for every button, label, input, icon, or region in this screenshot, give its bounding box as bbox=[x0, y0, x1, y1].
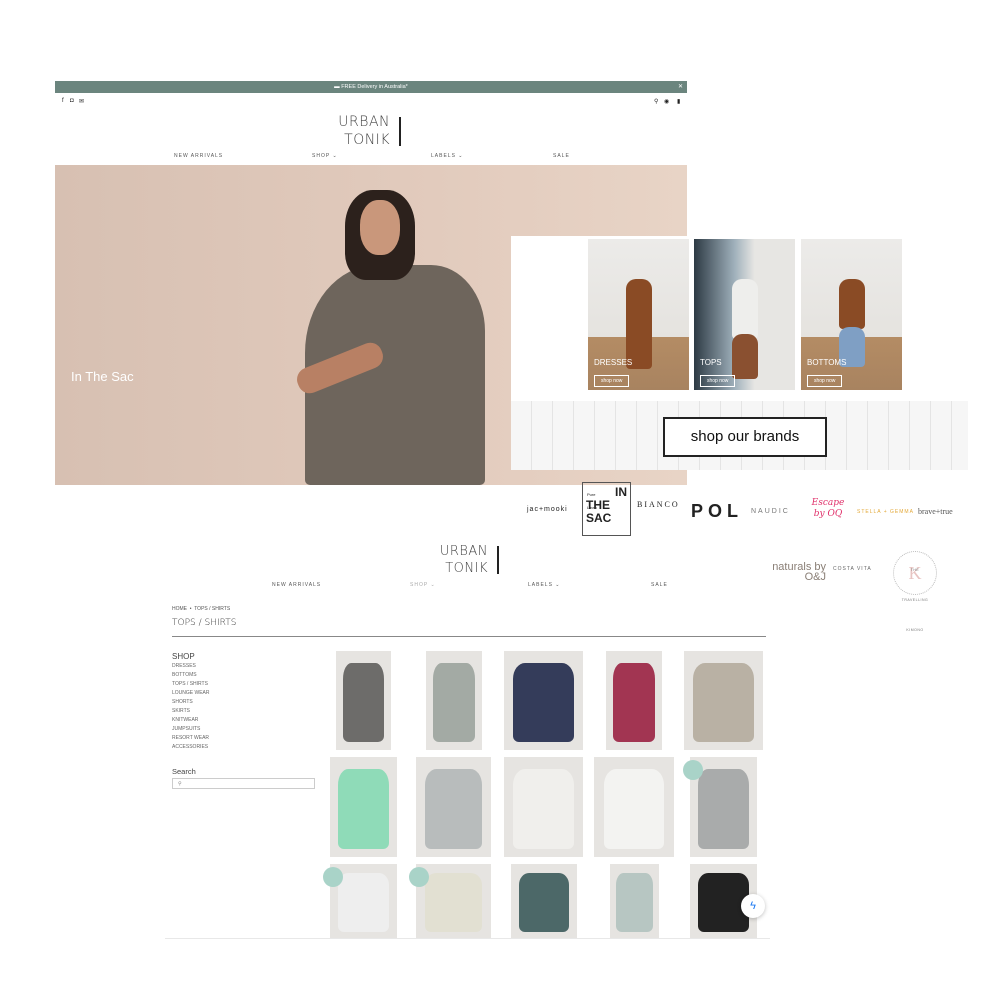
product-image bbox=[615, 872, 654, 933]
product-card[interactable] bbox=[511, 864, 577, 938]
product-image bbox=[518, 872, 570, 933]
nav-labels[interactable]: LABELS ⌄ bbox=[528, 582, 561, 588]
category-tile-dresses[interactable]: DRESSES shop now bbox=[588, 239, 689, 390]
category-label: DRESSES bbox=[594, 358, 633, 367]
search-label: Search bbox=[172, 767, 196, 776]
shop-now-button[interactable]: shop now bbox=[594, 375, 630, 387]
product-card[interactable] bbox=[504, 757, 583, 857]
brand-brave-true[interactable]: brave+true bbox=[918, 507, 953, 516]
shop-now-button[interactable]: shop now bbox=[807, 375, 843, 387]
nav-sale[interactable]: SALE bbox=[553, 153, 570, 159]
hero-title: In The Sac bbox=[71, 369, 134, 384]
site-logo[interactable]: URBAN TONIK bbox=[330, 113, 401, 149]
product-image bbox=[425, 872, 482, 933]
product-image bbox=[425, 769, 482, 849]
sidebar-item[interactable]: DRESSES bbox=[172, 663, 196, 669]
brand-escape[interactable]: Escape by OQ bbox=[808, 498, 848, 520]
product-image bbox=[513, 769, 574, 849]
product-card[interactable] bbox=[336, 651, 391, 750]
sidebar-item[interactable]: LOUNGE WEAR bbox=[172, 690, 210, 696]
messenger-icon[interactable]: ϟ bbox=[741, 894, 765, 918]
product-card[interactable] bbox=[330, 757, 397, 857]
nav-new-arrivals[interactable]: NEW ARRIVALS bbox=[272, 582, 321, 588]
email-icon[interactable]: ✉ bbox=[79, 98, 84, 105]
announcement-bar: ▬ FREE Delivery in Australia* ✕ bbox=[55, 81, 687, 93]
sidebar-item[interactable]: JUMPSUITS bbox=[172, 726, 200, 732]
nav-shop[interactable]: SHOP ⌄ bbox=[312, 153, 338, 159]
nav-shop[interactable]: SHOP ⌄ bbox=[410, 582, 436, 588]
product-card[interactable] bbox=[606, 651, 662, 750]
shop-now-button[interactable]: shop now bbox=[700, 375, 736, 387]
logo-line2: TONIK bbox=[344, 132, 390, 148]
product-card[interactable] bbox=[684, 651, 763, 750]
product-image bbox=[338, 872, 389, 933]
breadcrumb-home[interactable]: HOME bbox=[172, 606, 187, 612]
product-image bbox=[342, 662, 385, 743]
logo-bar bbox=[497, 546, 499, 574]
sidebar-item[interactable]: SHORTS bbox=[172, 699, 193, 705]
brands-band: shop our brands bbox=[511, 401, 968, 470]
shop-our-brands-button[interactable]: shop our brands bbox=[663, 417, 827, 457]
logo-line1: URBAN bbox=[439, 544, 488, 559]
sidebar-item[interactable]: ACCESSORIES bbox=[172, 744, 208, 750]
category-tile-bottoms[interactable]: BOTTOMS shop now bbox=[801, 239, 902, 390]
sidebar-item[interactable]: KNITWEAR bbox=[172, 717, 198, 723]
site-logo[interactable]: URBAN TONIK bbox=[428, 543, 499, 577]
brand-jac-mooki[interactable]: jac+mooki bbox=[527, 506, 568, 513]
nav-labels[interactable]: LABELS ⌄ bbox=[431, 153, 464, 159]
announcement-text: FREE Delivery in Australia* bbox=[341, 84, 408, 90]
kimono-text: THE TRAVELLING KIMONO bbox=[901, 568, 929, 632]
logo-bar bbox=[399, 117, 401, 146]
product-image bbox=[513, 662, 574, 743]
brand-naudic[interactable]: NAUDIC bbox=[751, 508, 790, 515]
product-card[interactable] bbox=[416, 757, 491, 857]
sidebar-heading: SHOP bbox=[172, 652, 195, 661]
product-image bbox=[612, 662, 656, 743]
logo-line1: URBAN bbox=[338, 114, 390, 130]
brand-pol[interactable]: POL bbox=[691, 501, 743, 522]
product-badge bbox=[323, 867, 343, 887]
category-label: BOTTOMS bbox=[807, 358, 847, 367]
footer-divider bbox=[165, 938, 770, 939]
breadcrumb: HOME • TOPS / SHIRTS bbox=[172, 606, 231, 612]
product-image bbox=[693, 662, 754, 743]
brand-costa-vita[interactable]: COSTA VITA bbox=[833, 566, 872, 572]
product-card[interactable] bbox=[504, 651, 583, 750]
brand-travelling-kimono[interactable]: K THE TRAVELLING KIMONO bbox=[893, 551, 937, 632]
product-badge bbox=[683, 760, 703, 780]
search-input[interactable]: ⚲ bbox=[172, 778, 315, 789]
close-icon[interactable]: ✕ bbox=[678, 81, 683, 93]
sidebar-item[interactable]: SKIRTS bbox=[172, 708, 190, 714]
hero-model-face bbox=[360, 200, 400, 255]
product-image bbox=[603, 769, 665, 849]
search-icon[interactable]: ⚲ bbox=[654, 98, 658, 105]
search-icon: ⚲ bbox=[178, 781, 182, 787]
brand-in-the-sac[interactable]: Pure Linen IN THE SAC bbox=[582, 482, 631, 536]
product-card[interactable] bbox=[594, 757, 674, 857]
bag-icon[interactable]: ▮ bbox=[677, 98, 680, 105]
brand-stella-gemma[interactable]: STELLA + GEMMA bbox=[857, 509, 914, 515]
product-card[interactable] bbox=[426, 651, 482, 750]
product-card[interactable] bbox=[610, 864, 659, 938]
sidebar-item[interactable]: TOPS / SHIRTS bbox=[172, 681, 208, 687]
category-tile-tops[interactable]: TOPS shop now bbox=[694, 239, 795, 390]
title-divider bbox=[172, 636, 766, 637]
product-image bbox=[698, 769, 749, 849]
brand-naturals[interactable]: naturals by O&J bbox=[770, 562, 826, 583]
product-image bbox=[432, 662, 476, 743]
breadcrumb-current: TOPS / SHIRTS bbox=[194, 606, 231, 612]
category-label: TOPS bbox=[700, 358, 722, 367]
sidebar-item[interactable]: BOTTOMS bbox=[172, 672, 197, 678]
nav-sale[interactable]: SALE bbox=[651, 582, 668, 588]
product-image bbox=[338, 769, 389, 849]
logo-line2: TONIK bbox=[445, 561, 488, 576]
page-title: TOPS / SHIRTS bbox=[172, 618, 237, 628]
facebook-icon[interactable]: f bbox=[62, 98, 64, 104]
sidebar-item[interactable]: RESORT WEAR bbox=[172, 735, 209, 741]
nav-new-arrivals[interactable]: NEW ARRIVALS bbox=[174, 153, 223, 159]
brand-bianco[interactable]: BIANCO bbox=[637, 500, 680, 509]
instagram-icon[interactable]: ◘ bbox=[70, 98, 74, 104]
account-icon[interactable]: ◉ bbox=[664, 98, 669, 105]
product-badge bbox=[409, 867, 429, 887]
